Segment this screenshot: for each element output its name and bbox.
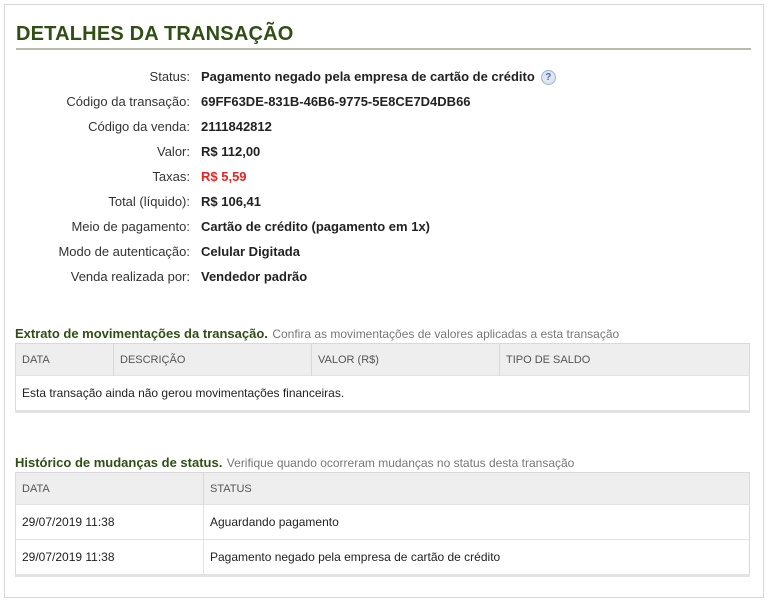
detail-value-fees: R$ 5,59	[201, 169, 247, 184]
extrato-section-header: Extrato de movimentações da transação. C…	[15, 325, 619, 343]
detail-row-transaction-code: Código da transação: 69FF63DE-831B-46B6-…	[5, 94, 765, 119]
detail-label: Taxas:	[152, 169, 190, 184]
column-header-status: STATUS	[203, 472, 750, 505]
table-header-row: DATA STATUS	[15, 472, 750, 505]
detail-row-sale-code: Código da venda: 2111842812	[5, 119, 765, 144]
detail-value-sale-code: 2111842812	[201, 119, 272, 134]
detail-value-status: Pagamento negado pela empresa de cartão …	[201, 69, 556, 85]
table-row: 29/07/2019 11:38 Aguardando pagamento	[15, 504, 750, 540]
extrato-table: DATA DESCRIÇÃO VALOR (R$) TIPO DE SALDO …	[15, 343, 750, 413]
detail-row-seller: Venda realizada por: Vendedor padrão	[5, 269, 765, 294]
title-divider	[16, 48, 751, 50]
page-title: DETALHES DA TRANSAÇÃO	[16, 23, 294, 45]
cell-date: 29/07/2019 11:38	[15, 504, 204, 540]
detail-row-net-total: Total (líquido): R$ 106,41	[5, 194, 765, 219]
empty-message: Esta transação ainda não gerou movimenta…	[15, 375, 750, 412]
table-row: Esta transação ainda não gerou movimenta…	[15, 375, 750, 412]
detail-value-amount: R$ 112,00	[201, 144, 261, 159]
detail-label: Status:	[149, 69, 190, 84]
historico-table: DATA STATUS 29/07/2019 11:38 Aguardando …	[15, 472, 750, 577]
detail-row-auth-mode: Modo de autenticação: Celular Digitada	[5, 244, 765, 269]
column-header-description: DESCRIÇÃO	[113, 343, 312, 376]
detail-value-auth-mode: Celular Digitada	[201, 244, 300, 259]
column-header-date: DATA	[15, 343, 114, 376]
detail-label: Total (líquido):	[108, 194, 190, 209]
detail-label: Venda realizada por:	[70, 269, 190, 284]
status-value-text: Pagamento negado pela empresa de cartão …	[201, 69, 535, 84]
detail-value-seller: Vendedor padrão	[201, 269, 308, 284]
cell-status: Aguardando pagamento	[203, 504, 750, 540]
extrato-subtitle: Confira as movimentações de valores apli…	[272, 327, 620, 341]
column-header-balance-type: TIPO DE SALDO	[499, 343, 750, 376]
cell-status: Pagamento negado pela empresa de cartão …	[203, 539, 750, 576]
detail-label: Valor:	[157, 144, 190, 159]
detail-value-net-total: R$ 106,41	[201, 194, 261, 209]
detail-row-fees: Taxas: R$ 5,59	[5, 169, 765, 194]
table-header-row: DATA DESCRIÇÃO VALOR (R$) TIPO DE SALDO	[15, 343, 750, 376]
column-header-value: VALOR (R$)	[311, 343, 500, 376]
detail-value-transaction-code: 69FF63DE-831B-46B6-9775-5E8CE7D4DB66	[201, 94, 471, 109]
detail-label: Modo de autenticação:	[58, 244, 190, 259]
detail-label: Código da venda:	[88, 119, 190, 134]
historico-title: Histórico de mudanças de status.	[15, 455, 223, 470]
detail-row-payment-method: Meio de pagamento: Cartão de crédito (pa…	[5, 219, 765, 244]
detail-row-status: Status: Pagamento negado pela empresa de…	[5, 69, 765, 94]
help-icon[interactable]: ?	[540, 70, 556, 85]
detail-row-amount: Valor: R$ 112,00	[5, 144, 765, 169]
table-row: 29/07/2019 11:38 Pagamento negado pela e…	[15, 539, 750, 576]
transaction-details-panel: DETALHES DA TRANSAÇÃO Status: Pagamento …	[4, 4, 764, 598]
detail-label: Meio de pagamento:	[71, 219, 190, 234]
details-list: Status: Pagamento negado pela empresa de…	[5, 69, 765, 294]
detail-value-payment-method: Cartão de crédito (pagamento em 1x)	[201, 219, 430, 234]
extrato-title: Extrato de movimentações da transação.	[15, 326, 268, 341]
historico-subtitle: Verifique quando ocorreram mudanças no s…	[226, 456, 575, 470]
detail-label: Código da transação:	[66, 94, 190, 109]
column-header-date: DATA	[15, 472, 204, 505]
cell-date: 29/07/2019 11:38	[15, 539, 204, 576]
historico-section-header: Histórico de mudanças de status. Verifiq…	[15, 454, 574, 472]
